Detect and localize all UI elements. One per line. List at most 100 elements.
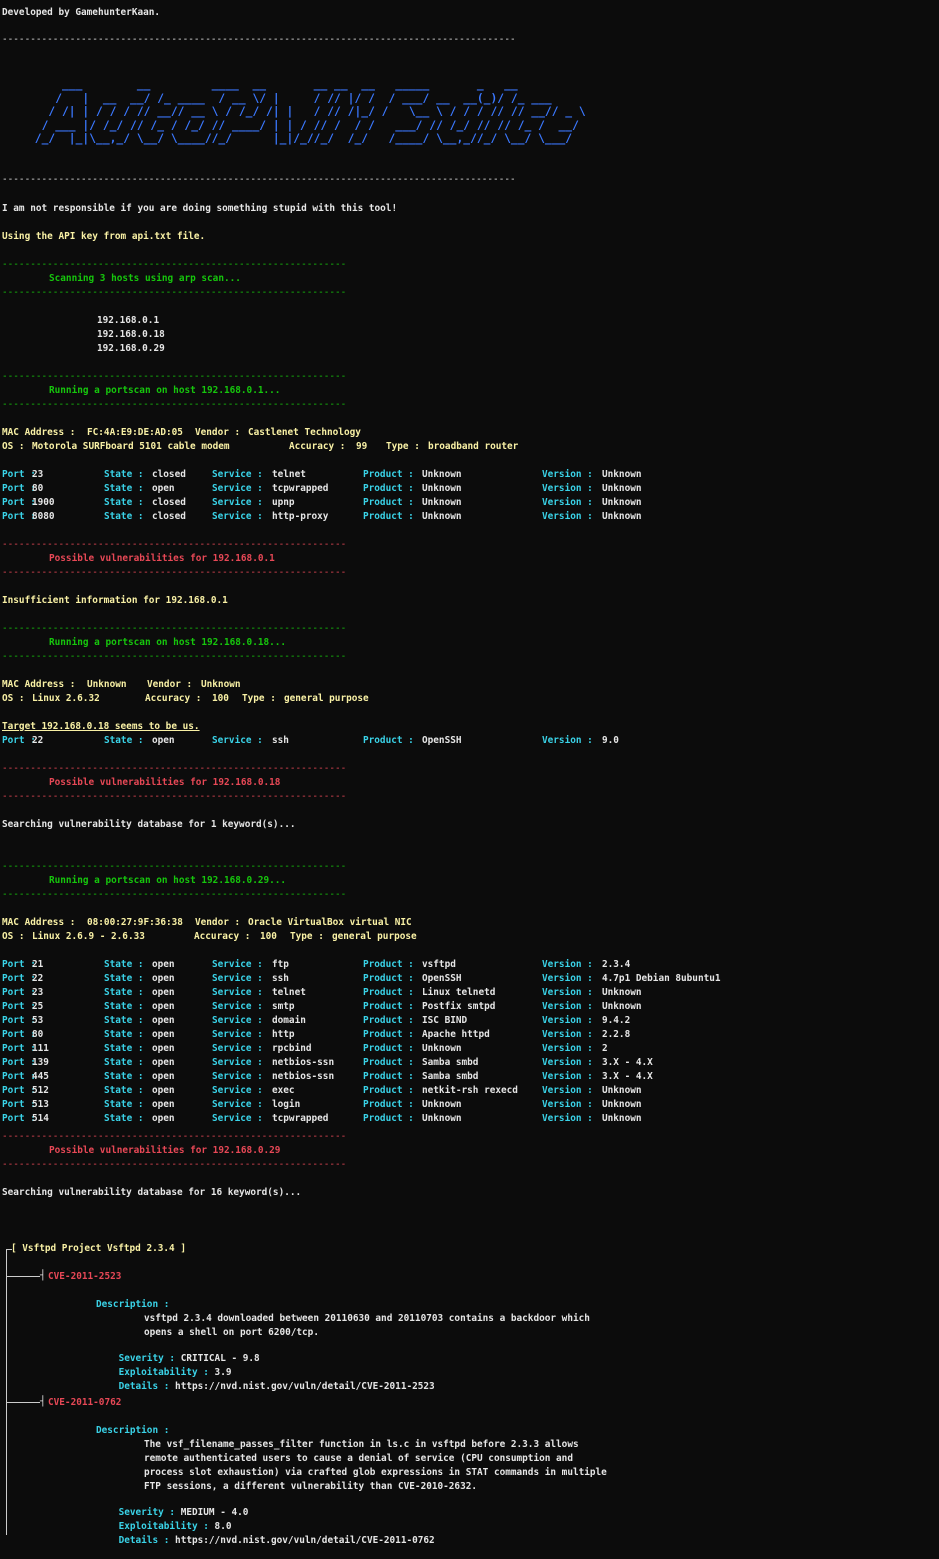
host-ip: 192.168.0.29 <box>97 343 165 354</box>
product-value: Postfix smtpd <box>422 1001 496 1012</box>
service-label: Service : <box>212 483 263 494</box>
description-text: process slot exhaustion) via crafted glo… <box>144 1467 607 1478</box>
port-label: Port : <box>2 959 36 970</box>
product-label: Product : <box>363 1029 414 1040</box>
separator: ----------------------------------------… <box>2 889 347 900</box>
accuracy-label: Accuracy : <box>145 693 202 704</box>
port-label: Port : <box>2 1113 36 1124</box>
state-label: State : <box>104 1085 144 1096</box>
api-notice: Using the API key from api.txt file. <box>2 231 206 242</box>
state-label: State : <box>104 1001 144 1012</box>
product-value: Apache httpd <box>422 1029 490 1040</box>
port-value: 513 <box>32 1099 49 1110</box>
tree-node-marker: ┤ <box>40 1396 46 1407</box>
state-label: State : <box>104 1113 144 1124</box>
state-label: State : <box>104 511 144 522</box>
description-label: Description : <box>96 1425 170 1436</box>
credit-line: Developed by GamehunterKaan. <box>2 7 161 18</box>
disclaimer-text: I am not responsible if you are doing so… <box>2 203 398 214</box>
mac-label: MAC Address : <box>2 679 76 690</box>
product-value: Unknown <box>422 511 462 522</box>
state-value: open <box>152 973 175 984</box>
port-label: Port : <box>2 1057 36 1068</box>
port-label: Port : <box>2 973 36 984</box>
service-value: ssh <box>272 973 289 984</box>
version-value: 2 <box>602 1043 608 1054</box>
details-link[interactable]: https://nvd.nist.gov/vuln/detail/CVE-201… <box>175 1535 435 1546</box>
state-label: State : <box>104 469 144 480</box>
port-row: Port :22 State : open Service : ssh Product :… <box>2 973 902 985</box>
port-row: Port :513 State : open Service : login Produc… <box>2 1099 902 1111</box>
port-label: Port : <box>2 1071 36 1082</box>
state-value: open <box>152 1029 175 1040</box>
version-label: Version : <box>542 735 593 746</box>
severity-line: Severity : CRITICAL - 9.8 <box>96 1341 260 1364</box>
state-value: open <box>152 1015 175 1026</box>
port-row: Port :80 State : open Service : tcpwrapped Pr… <box>2 483 902 495</box>
version-value: Unknown <box>602 469 642 480</box>
description-text: FTP sessions, a different vulnerability … <box>144 1481 478 1492</box>
os-line-host3: OS : Linux 2.6.9 - 2.6.33 Accuracy : 100… <box>2 931 902 943</box>
version-label: Version : <box>542 973 593 984</box>
state-label: State : <box>104 959 144 970</box>
separator: ----------------------------------------… <box>2 174 516 185</box>
port-value: 139 <box>32 1057 49 1068</box>
os-label: OS : <box>2 931 25 942</box>
mac-value: 08:00:27:9F:36:38 <box>87 917 183 928</box>
type-label: Type : <box>290 931 324 942</box>
os-value: Linux 2.6.9 - 2.6.33 <box>32 931 145 942</box>
version-label: Version : <box>542 1071 593 1082</box>
state-value: open <box>152 1099 175 1110</box>
separator: ----------------------------------------… <box>2 259 347 270</box>
product-value: Unknown <box>422 469 462 480</box>
os-line-host2: OS : Linux 2.6.32 Accuracy : 100 Type : … <box>2 693 902 705</box>
state-label: State : <box>104 1057 144 1068</box>
separator: ----------------------------------------… <box>2 763 347 774</box>
type-label: Type : <box>386 441 420 452</box>
port-label: Port : <box>2 1001 36 1012</box>
separator: ----------------------------------------… <box>2 1131 347 1142</box>
separator: ----------------------------------------… <box>2 34 516 45</box>
service-value: netbios-ssn <box>272 1057 335 1068</box>
description-text: The vsf_filename_passes_filter function … <box>144 1439 579 1450</box>
separator: ----------------------------------------… <box>2 287 347 298</box>
product-value: Unknown <box>422 1113 462 1124</box>
version-value: Unknown <box>602 987 642 998</box>
port-value: 80 <box>32 483 44 494</box>
port-value: 22 <box>32 735 44 746</box>
version-value: Unknown <box>602 1085 642 1096</box>
version-label: Version : <box>542 1057 593 1068</box>
port-row: Port :514 State : open Service : tcpwrapped P… <box>2 1113 902 1125</box>
version-label: Version : <box>542 1015 593 1026</box>
service-label: Service : <box>212 1057 263 1068</box>
port-row: Port :111 State : open Service : rpcbind Prod… <box>2 1043 902 1055</box>
port-label: Port : <box>2 469 36 480</box>
vuln-result-host3: Searching vulnerability database for 16 … <box>2 1187 302 1198</box>
host-ip: 192.168.0.18 <box>97 329 165 340</box>
tree-node-marker: ┤ <box>40 1270 46 1281</box>
service-value: upnp <box>272 497 295 508</box>
type-value: broadband router <box>428 441 519 452</box>
vuln-product-heading: [ Vsftpd Project Vsftpd 2.3.4 ] <box>11 1243 186 1254</box>
product-label: Product : <box>363 1071 414 1082</box>
port-row: Port :23 State : closed Service : telnet Prod… <box>2 469 902 481</box>
state-label: State : <box>104 483 144 494</box>
os-label: OS : <box>2 441 25 452</box>
cve-id: CVE-2011-0762 <box>48 1397 122 1408</box>
service-value: tcpwrapped <box>272 1113 329 1124</box>
os-label: OS : <box>2 693 25 704</box>
mac-label: MAC Address : <box>2 427 76 438</box>
version-label: Version : <box>542 959 593 970</box>
accuracy-value: 99 <box>356 441 368 452</box>
separator: ----------------------------------------… <box>2 539 347 550</box>
terminal-window: Developed by GamehunterKaan. -----------… <box>0 0 939 1548</box>
state-value: open <box>152 1001 175 1012</box>
state-value: open <box>152 959 175 970</box>
product-value: Unknown <box>422 1099 462 1110</box>
state-label: State : <box>104 973 144 984</box>
product-label: Product : <box>363 1085 414 1096</box>
type-label: Type : <box>242 693 276 704</box>
arp-scan-title: Scanning 3 hosts using arp scan... <box>49 273 241 284</box>
details-link[interactable]: https://nvd.nist.gov/vuln/detail/CVE-201… <box>175 1381 435 1392</box>
port-value: 21 <box>32 959 44 970</box>
